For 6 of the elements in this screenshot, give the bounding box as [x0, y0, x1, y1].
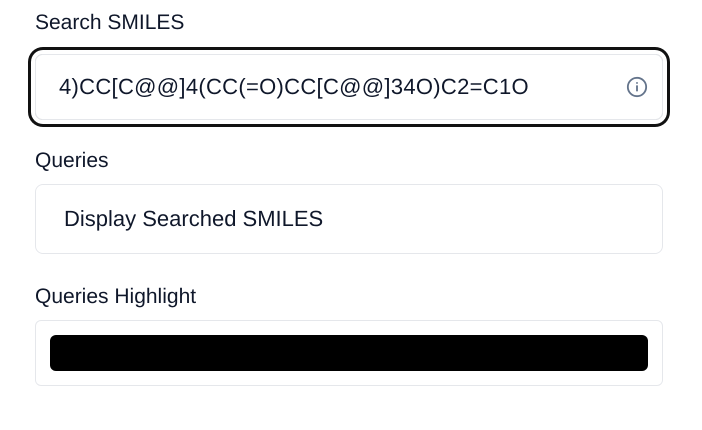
- queries-select[interactable]: Display Searched SMILES: [35, 184, 663, 254]
- field-label: Queries: [35, 148, 109, 174]
- info-icon[interactable]: [626, 76, 648, 98]
- field-label: Search SMILES: [35, 10, 184, 36]
- field-label: Queries Highlight: [35, 284, 196, 310]
- color-picker-field[interactable]: [35, 320, 663, 386]
